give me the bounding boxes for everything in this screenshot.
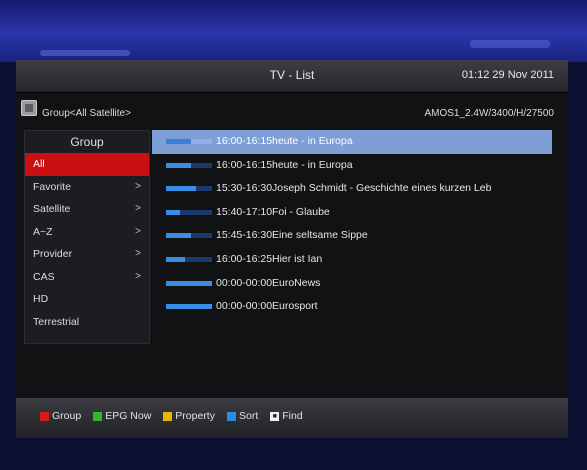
channel-name: heute - in Europa — [272, 158, 353, 171]
progress-fill — [166, 280, 212, 286]
channel-time: 16:00-16:15 — [216, 158, 273, 171]
group-sidebar: Group All Favorite > Satellite > A~Z > P… — [24, 130, 150, 344]
background-glow — [40, 50, 130, 56]
progress-fill — [166, 139, 192, 144]
channel-row[interactable]: 16:00-16:15 heute - in Europa — [152, 130, 552, 154]
sidebar-item-satellite[interactable]: Satellite > — [25, 198, 149, 221]
sidebar-item-favorite[interactable]: Favorite > — [25, 176, 149, 199]
progress-fill — [166, 162, 192, 168]
channel-time: 16:00-16:15 — [216, 135, 273, 147]
progress-bar — [166, 304, 212, 310]
sidebar-item-label: All — [33, 158, 45, 170]
sidebar-item-label: Terrestrial — [33, 315, 80, 328]
red-key-icon — [40, 411, 49, 421]
green-key-icon — [93, 411, 103, 421]
color-key-legend: Group EPG Now Property Sort ■ Find — [40, 410, 315, 422]
progress-bar — [166, 139, 212, 144]
property-key-button[interactable]: Property — [163, 410, 215, 422]
sidebar-item-provider[interactable]: Provider > — [25, 243, 149, 266]
sidebar-item-label: CAS — [33, 270, 55, 283]
background-banner — [0, 0, 587, 62]
progress-fill — [166, 304, 212, 310]
key-label: Sort — [238, 410, 259, 422]
channel-time: 00:00-00:00 — [216, 300, 273, 313]
channel-time: 15:45-16:30 — [216, 229, 273, 242]
progress-bar — [166, 209, 212, 215]
channel-time: 00:00-00:00 — [216, 276, 273, 289]
sidebar-item-label: A~Z — [33, 225, 53, 238]
sidebar-item-label: Provider — [33, 248, 73, 260]
find-key-button[interactable]: ■ Find — [270, 410, 303, 422]
info-row: Group<All Satellite> AMOS1_2.4W/3400/H/2… — [16, 96, 568, 124]
sidebar-item-cas[interactable]: CAS > — [25, 266, 149, 289]
chevron-right-icon: > — [135, 203, 141, 214]
title-bar: TV - List 01:12 29 Nov 2011 — [16, 60, 568, 93]
sidebar-header: Group — [70, 135, 104, 149]
channel-row[interactable]: 00:00-00:00 EuroNews — [152, 272, 552, 296]
clock-display: 01:12 29 Nov 2011 — [461, 69, 554, 81]
channel-name: heute - in Europa — [272, 135, 353, 147]
channel-name: Eurosport — [272, 300, 318, 313]
sidebar-item-terrestrial[interactable]: Terrestrial — [25, 311, 149, 334]
channel-name: Hier ist Ian — [272, 252, 323, 265]
key-label: Find — [282, 410, 303, 422]
progress-fill — [166, 186, 196, 192]
channel-time: 16:00-16:25 — [216, 252, 273, 265]
sidebar-item-a-z[interactable]: A~Z > — [25, 221, 149, 244]
channel-name: Joseph Schmidt - Geschichte eines kurzen… — [272, 182, 492, 195]
progress-bar — [166, 186, 212, 192]
channel-row[interactable]: 15:45-16:30 Eine seltsame Sippe — [152, 224, 552, 248]
progress-bar — [166, 280, 212, 286]
channel-row[interactable]: 16:00-16:15 heute - in Europa — [152, 154, 552, 178]
channel-time: 15:40-17:10 — [216, 205, 273, 218]
channel-row[interactable]: 15:40-17:10 Foi - Glaube — [152, 201, 552, 225]
key-label: Group — [52, 410, 82, 422]
blue-key-icon — [226, 411, 236, 421]
yellow-key-icon — [163, 411, 173, 421]
sidebar-item-all[interactable]: All — [25, 153, 149, 176]
channel-list: 16:00-16:15 heute - in Europa 16:00-16:1… — [152, 130, 552, 319]
background-glow — [470, 40, 550, 48]
sidebar-item-label: HD — [33, 293, 49, 305]
chevron-right-icon: > — [135, 270, 141, 282]
progress-fill — [166, 233, 192, 239]
key-label: EPG Now — [105, 410, 152, 422]
progress-bar — [166, 162, 212, 168]
satellite-info: AMOS1_2.4W/3400/H/27500 — [424, 108, 554, 119]
sidebar-item-label: Favorite — [33, 180, 71, 193]
sort-key-button[interactable]: Sort — [226, 410, 259, 422]
chevron-right-icon: > — [135, 180, 141, 192]
find-key-icon: ■ — [270, 411, 280, 421]
channel-row[interactable]: 15:30-16:30 Joseph Schmidt - Geschichte … — [152, 177, 552, 201]
channel-time: 15:30-16:30 — [216, 182, 273, 195]
channel-row[interactable]: 16:00-16:25 Hier ist Ian — [152, 248, 552, 272]
sidebar-item-label: Satellite — [33, 203, 71, 215]
progress-bar — [166, 256, 212, 262]
epg-now-key-button[interactable]: EPG Now — [93, 410, 151, 422]
channel-name: EuroNews — [272, 276, 321, 289]
group-icon — [21, 100, 37, 116]
progress-bar — [166, 233, 212, 239]
key-label: Property — [175, 410, 215, 422]
channel-name: Eine seltsame Sippe — [272, 229, 368, 242]
progress-fill — [166, 209, 180, 215]
chevron-right-icon: > — [135, 248, 141, 259]
chevron-right-icon: > — [135, 225, 141, 237]
channel-name: Foi - Glaube — [272, 205, 330, 218]
sidebar-item-hd[interactable]: HD — [25, 288, 149, 311]
progress-fill — [166, 256, 186, 262]
group-path: Group<All Satellite> — [42, 108, 131, 119]
channel-row[interactable]: 00:00-00:00 Eurosport — [152, 295, 552, 319]
group-key-button[interactable]: Group — [40, 410, 81, 422]
footer-bar: Group EPG Now Property Sort ■ Find — [16, 398, 568, 438]
